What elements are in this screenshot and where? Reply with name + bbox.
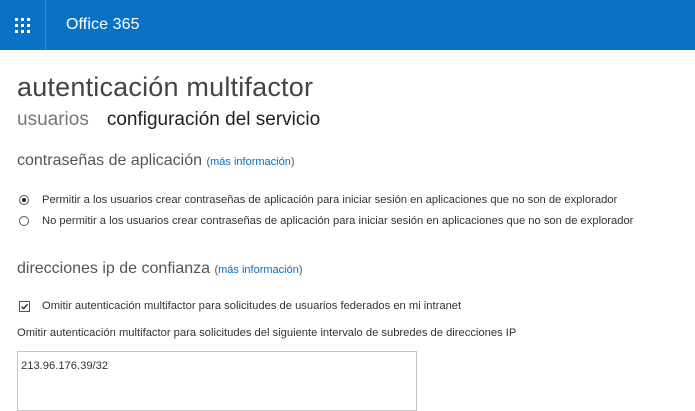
subnet-range-label: Omitir autenticación multifactor para so… bbox=[17, 327, 517, 339]
federated-users-option[interactable]: Omitir autenticación multifactor para so… bbox=[19, 299, 461, 313]
checkmark-icon bbox=[21, 303, 29, 310]
allow-app-passwords-label: Permitir a los usuarios crear contraseña… bbox=[42, 194, 618, 206]
app-passwords-heading: contraseñas de aplicación bbox=[17, 152, 203, 169]
allow-app-passwords-option[interactable]: Permitir a los usuarios crear contraseña… bbox=[19, 193, 617, 207]
app-title[interactable]: Office 365 bbox=[66, 16, 140, 34]
app-launcher-icon bbox=[15, 17, 30, 33]
app-passwords-section: contraseñas de aplicación (más informaci… bbox=[17, 152, 295, 169]
deny-app-passwords-option[interactable]: No permitir a los usuarios crear contras… bbox=[19, 214, 633, 228]
top-bar: Office 365 bbox=[0, 0, 695, 50]
federated-users-label: Omitir autenticación multifactor para so… bbox=[42, 300, 462, 312]
app-passwords-more-info-link[interactable]: más información bbox=[210, 156, 291, 168]
tab-bar: usuarios configuración del servicio bbox=[17, 108, 320, 132]
app-launcher-button[interactable] bbox=[0, 0, 46, 50]
page-title: autenticación multifactor bbox=[17, 72, 314, 102]
tab-service-settings[interactable]: configuración del servicio bbox=[107, 108, 320, 132]
deny-app-passwords-radio[interactable] bbox=[19, 216, 29, 226]
allow-app-passwords-radio[interactable] bbox=[19, 195, 29, 205]
trusted-ips-heading: direcciones ip de confianza bbox=[17, 260, 211, 277]
deny-app-passwords-label: No permitir a los usuarios crear contras… bbox=[42, 215, 634, 227]
subnet-range-textarea[interactable]: 213.96.176.39/32 bbox=[17, 351, 417, 411]
federated-users-checkbox[interactable] bbox=[19, 300, 30, 312]
tab-users[interactable]: usuarios bbox=[17, 108, 89, 132]
trusted-ips-section: direcciones ip de confianza (más informa… bbox=[17, 260, 303, 277]
trusted-ips-more-info-link[interactable]: más información bbox=[218, 264, 299, 276]
